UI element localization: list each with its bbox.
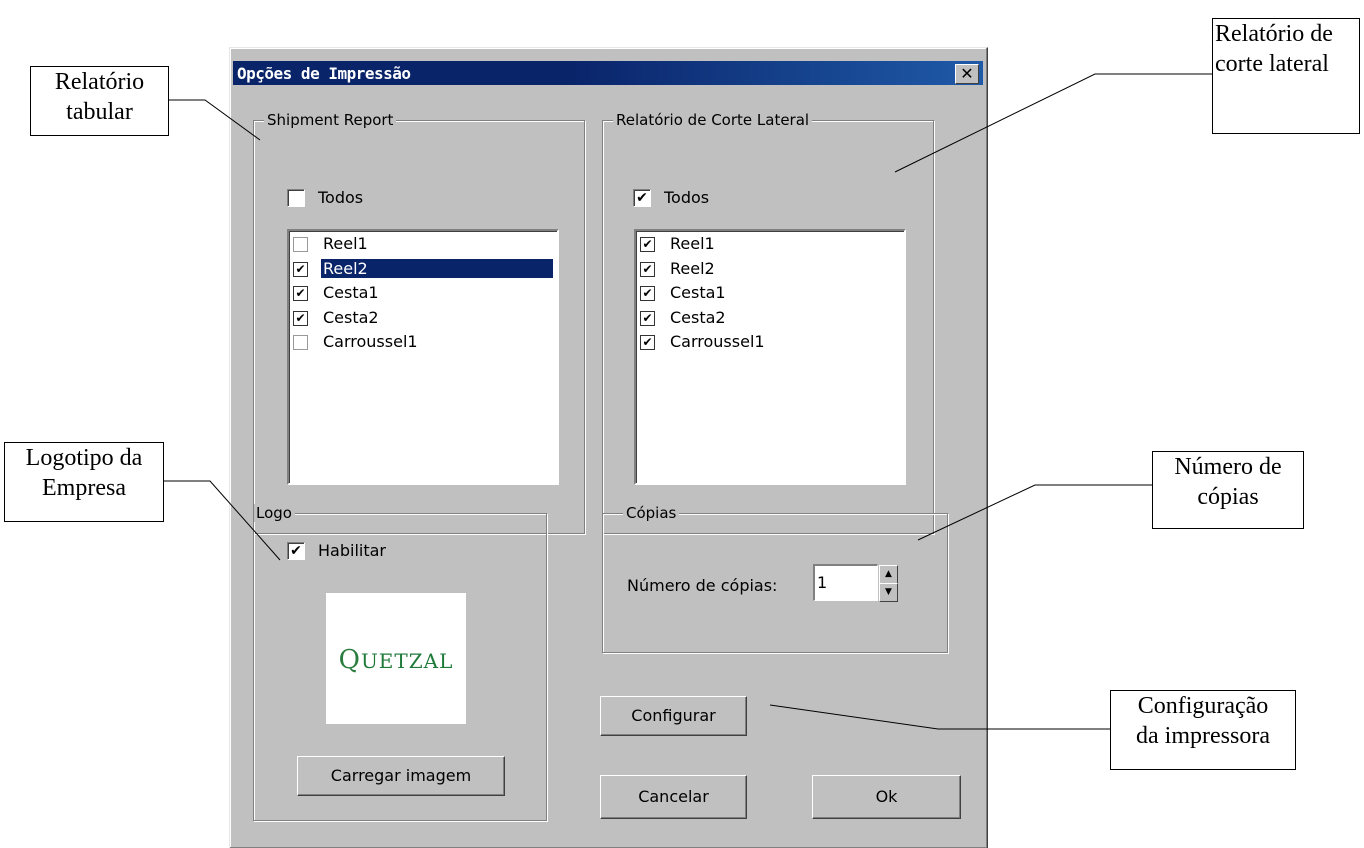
shipment-list-item[interactable]: Carroussel1 — [293, 331, 553, 355]
callout-copies-line2: cópias — [1197, 484, 1259, 510]
title-bar[interactable]: Opções de Impressão ✕ — [233, 61, 983, 85]
logo-wordmark-rest: UETZAL — [360, 649, 454, 673]
callout-copies-line1: Número de — [1174, 454, 1282, 480]
side-cut-item-checkbox[interactable]: ✔ — [640, 286, 655, 301]
callout-printer-line1: Configuração — [1137, 693, 1269, 719]
side-cut-item-label: Carroussel1 — [670, 332, 765, 351]
side-cut-item-label: Reel1 — [670, 234, 715, 253]
side-cut-item-label: Cesta1 — [670, 283, 726, 302]
copies-group: Cópias Número de cópias: 1 ▲ ▼ — [602, 504, 948, 653]
callout-tabular-line2: tabular — [66, 99, 133, 125]
shipment-list-item[interactable]: ✔ Cesta1 — [293, 282, 553, 306]
side-cut-item-checkbox[interactable]: ✔ — [640, 237, 655, 252]
side-cut-all-label: Todos — [664, 188, 710, 207]
shipment-item-checkbox[interactable] — [293, 335, 308, 350]
side-cut-report-list[interactable]: ✔ Reel1 ✔ Reel2 ✔ Cesta1 ✔ Cesta2 ✔ Carroussel1 — [634, 229, 906, 485]
callout-number-of-copies: Número de cópias — [1152, 451, 1304, 529]
company-logo-image: QUETZAL — [326, 593, 466, 724]
copies-spin-down[interactable]: ▼ — [879, 583, 898, 602]
callout-printer-setup: Configuração da impressora — [1110, 690, 1296, 770]
load-image-button[interactable]: Carregar imagem — [297, 756, 505, 796]
shipment-item-label: Cesta1 — [323, 283, 379, 302]
shipment-item-label: Carroussel1 — [323, 332, 418, 351]
logo-wordmark-initial: Q — [338, 645, 361, 675]
side-cut-item-checkbox[interactable]: ✔ — [640, 310, 655, 326]
cancel-button[interactable]: Cancelar — [600, 775, 747, 819]
shipment-item-checkbox[interactable]: ✔ — [293, 261, 308, 277]
side-cut-all-checkbox[interactable]: ✔ — [633, 189, 651, 207]
callout-logo-line2: Empresa — [42, 475, 126, 501]
callout-side-cut-report: Relatório de corte lateral — [1212, 18, 1360, 134]
side-cut-list-item[interactable]: ✔ Cesta1 — [640, 282, 900, 306]
shipment-item-label: Reel2 — [321, 258, 553, 278]
print-options-dialog: Opções de Impressão ✕ Shipment Report To… — [229, 47, 988, 848]
callout-side-line1: Relatório de — [1215, 21, 1333, 47]
shipment-item-label: Reel1 — [323, 234, 368, 253]
logo-group: Logo ✔ Habilitar QUETZAL Carregar imagem — [253, 504, 547, 821]
logo-legend: Logo — [254, 504, 295, 522]
copies-legend: Cópias — [623, 504, 680, 522]
callout-printer-line2: da impressora — [1136, 723, 1270, 749]
shipment-item-checkbox[interactable]: ✔ — [293, 310, 308, 326]
logo-enable-checkbox[interactable]: ✔ — [287, 542, 305, 560]
callout-side-line2: corte lateral — [1215, 51, 1329, 77]
side-cut-item-label: Cesta2 — [670, 307, 726, 327]
side-cut-list-item[interactable]: ✔ Cesta2 — [640, 307, 900, 331]
shipment-list-item[interactable]: Reel1 — [293, 233, 553, 257]
shipment-list-item[interactable]: ✔ Cesta2 — [293, 307, 553, 331]
side-cut-report-legend: Relatório de Corte Lateral — [613, 111, 813, 129]
copies-input[interactable]: 1 — [813, 564, 878, 601]
side-cut-list-item[interactable]: ✔ Reel2 — [640, 258, 900, 282]
shipment-item-checkbox[interactable] — [293, 237, 308, 252]
callout-tabular-report: Relatório tabular — [30, 66, 169, 136]
configure-printer-button[interactable]: Configurar — [600, 696, 747, 736]
copies-spin-up[interactable]: ▲ — [879, 565, 898, 584]
shipment-report-list[interactable]: Reel1 ✔ Reel2 ✔ Cesta1 ✔ Cesta2 Carroussel1 — [287, 229, 559, 485]
shipment-item-checkbox[interactable]: ✔ — [293, 286, 308, 301]
side-cut-item-checkbox[interactable]: ✔ — [640, 335, 655, 350]
logo-wordmark: QUETZAL — [326, 645, 466, 675]
shipment-report-group: Shipment Report Todos Reel1 ✔ Reel2 ✔ Cesta1… — [253, 111, 585, 534]
close-icon[interactable]: ✕ — [955, 64, 979, 84]
shipment-item-label: Cesta2 — [323, 307, 379, 327]
callout-tabular-line1: Relatório — [54, 69, 145, 95]
callout-logo-line1: Logotipo da — [25, 445, 143, 471]
side-cut-item-label: Reel2 — [670, 258, 715, 278]
shipment-list-item[interactable]: ✔ Reel2 — [293, 258, 553, 282]
side-cut-item-checkbox[interactable]: ✔ — [640, 261, 655, 277]
ok-button[interactable]: Ok — [812, 775, 961, 819]
side-cut-list-item[interactable]: ✔ Carroussel1 — [640, 331, 900, 355]
shipment-all-label: Todos — [318, 188, 364, 207]
logo-enable-label: Habilitar — [318, 541, 386, 560]
callout-company-logo: Logotipo da Empresa — [4, 442, 164, 522]
copies-label: Número de cópias: — [627, 576, 778, 595]
side-cut-report-group: Relatório de Corte Lateral ✔ Todos ✔ Reel… — [602, 111, 934, 534]
side-cut-list-item[interactable]: ✔ Reel1 — [640, 233, 900, 257]
dialog-title: Opções de Impressão — [237, 64, 411, 83]
shipment-report-legend: Shipment Report — [264, 111, 397, 129]
shipment-all-checkbox[interactable] — [287, 189, 305, 207]
